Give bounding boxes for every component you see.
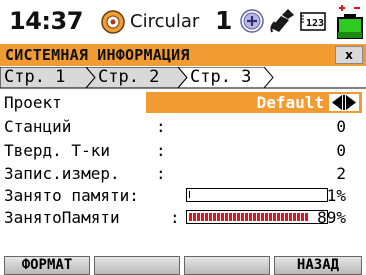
fixed-points-label: Тверд. Т-ки bbox=[4, 141, 110, 160]
records-colon: : bbox=[156, 164, 166, 183]
softkey-f2-button[interactable] bbox=[94, 256, 180, 275]
clock: 14:37 bbox=[9, 7, 83, 35]
memory-progress-bar-1 bbox=[186, 188, 328, 202]
records-value: 2 bbox=[336, 164, 346, 183]
project-row: Проект Default bbox=[0, 92, 366, 113]
memory-used-row-1: Занято памяти: 1% bbox=[0, 185, 366, 206]
window-title: СИСТЕМНАЯ ИНФОРМАЦИЯ bbox=[5, 46, 190, 64]
memory-used-label-1: Занято памяти: bbox=[4, 186, 139, 205]
left-right-arrows-icon[interactable] bbox=[329, 94, 359, 111]
format-button[interactable]: ФОРМАТ bbox=[4, 256, 90, 275]
memory-used-value-2: 89% bbox=[317, 208, 346, 227]
tab-page-1[interactable]: Стр. 1 bbox=[4, 67, 65, 88]
tab-page-2[interactable]: Стр. 2 bbox=[98, 67, 159, 88]
tab-page-3[interactable]: Стр. 3 bbox=[190, 67, 251, 88]
records-row: Запис.измер. : 2 bbox=[0, 163, 366, 184]
project-value: Default bbox=[256, 93, 324, 112]
back-button[interactable]: НАЗАД bbox=[274, 256, 362, 275]
satellite-icon bbox=[267, 6, 297, 40]
device-screen: 14:37 Circular 1 123 СИСТЕМНАЯ ИНФОРМАЦИ… bbox=[0, 0, 366, 275]
fixed-points-value: 0 bbox=[336, 141, 346, 160]
page-tabs: Стр. 1 Стр. 2 Стр. 3 bbox=[0, 67, 366, 89]
memory-used-row-2: ЗанятоПамяти : 89% bbox=[0, 207, 366, 228]
records-label: Запис.измер. bbox=[4, 164, 120, 183]
project-select[interactable]: Default bbox=[146, 92, 362, 113]
memory-progress-bar-2 bbox=[186, 210, 328, 224]
memory-used-value-1: 1% bbox=[326, 186, 346, 205]
memory-card-icon: 123 bbox=[300, 10, 326, 36]
memory-used-colon-2: : bbox=[170, 208, 180, 227]
stations-label: Станций bbox=[4, 117, 72, 136]
title-bar: СИСТЕМНАЯ ИНФОРМАЦИЯ x bbox=[0, 44, 366, 66]
softkey-f3-button[interactable] bbox=[184, 256, 270, 275]
memory-used-label-2: ЗанятоПамяти bbox=[4, 208, 120, 227]
status-bar: 14:37 Circular 1 123 bbox=[0, 0, 366, 44]
memory-progress-fill-1 bbox=[189, 191, 190, 198]
softkey-bar: ФОРМАТ НАЗАД bbox=[0, 256, 366, 275]
measure-mode: Circular bbox=[130, 11, 200, 32]
target-face-icon bbox=[100, 9, 126, 39]
fixed-points-colon: : bbox=[156, 141, 166, 160]
target-plus-icon bbox=[239, 8, 265, 38]
stations-colon: : bbox=[156, 117, 166, 136]
memory-card-label: 123 bbox=[306, 18, 324, 29]
satellite-count: 1 bbox=[215, 6, 233, 35]
close-button[interactable]: x bbox=[335, 46, 363, 64]
project-label: Проект bbox=[4, 93, 62, 112]
stations-row: Станций : 0 bbox=[0, 116, 366, 137]
fixed-points-row: Тверд. Т-ки : 0 bbox=[0, 140, 366, 161]
stations-value: 0 bbox=[336, 117, 346, 136]
battery-icon bbox=[336, 2, 364, 44]
memory-progress-fill-2 bbox=[189, 213, 309, 221]
